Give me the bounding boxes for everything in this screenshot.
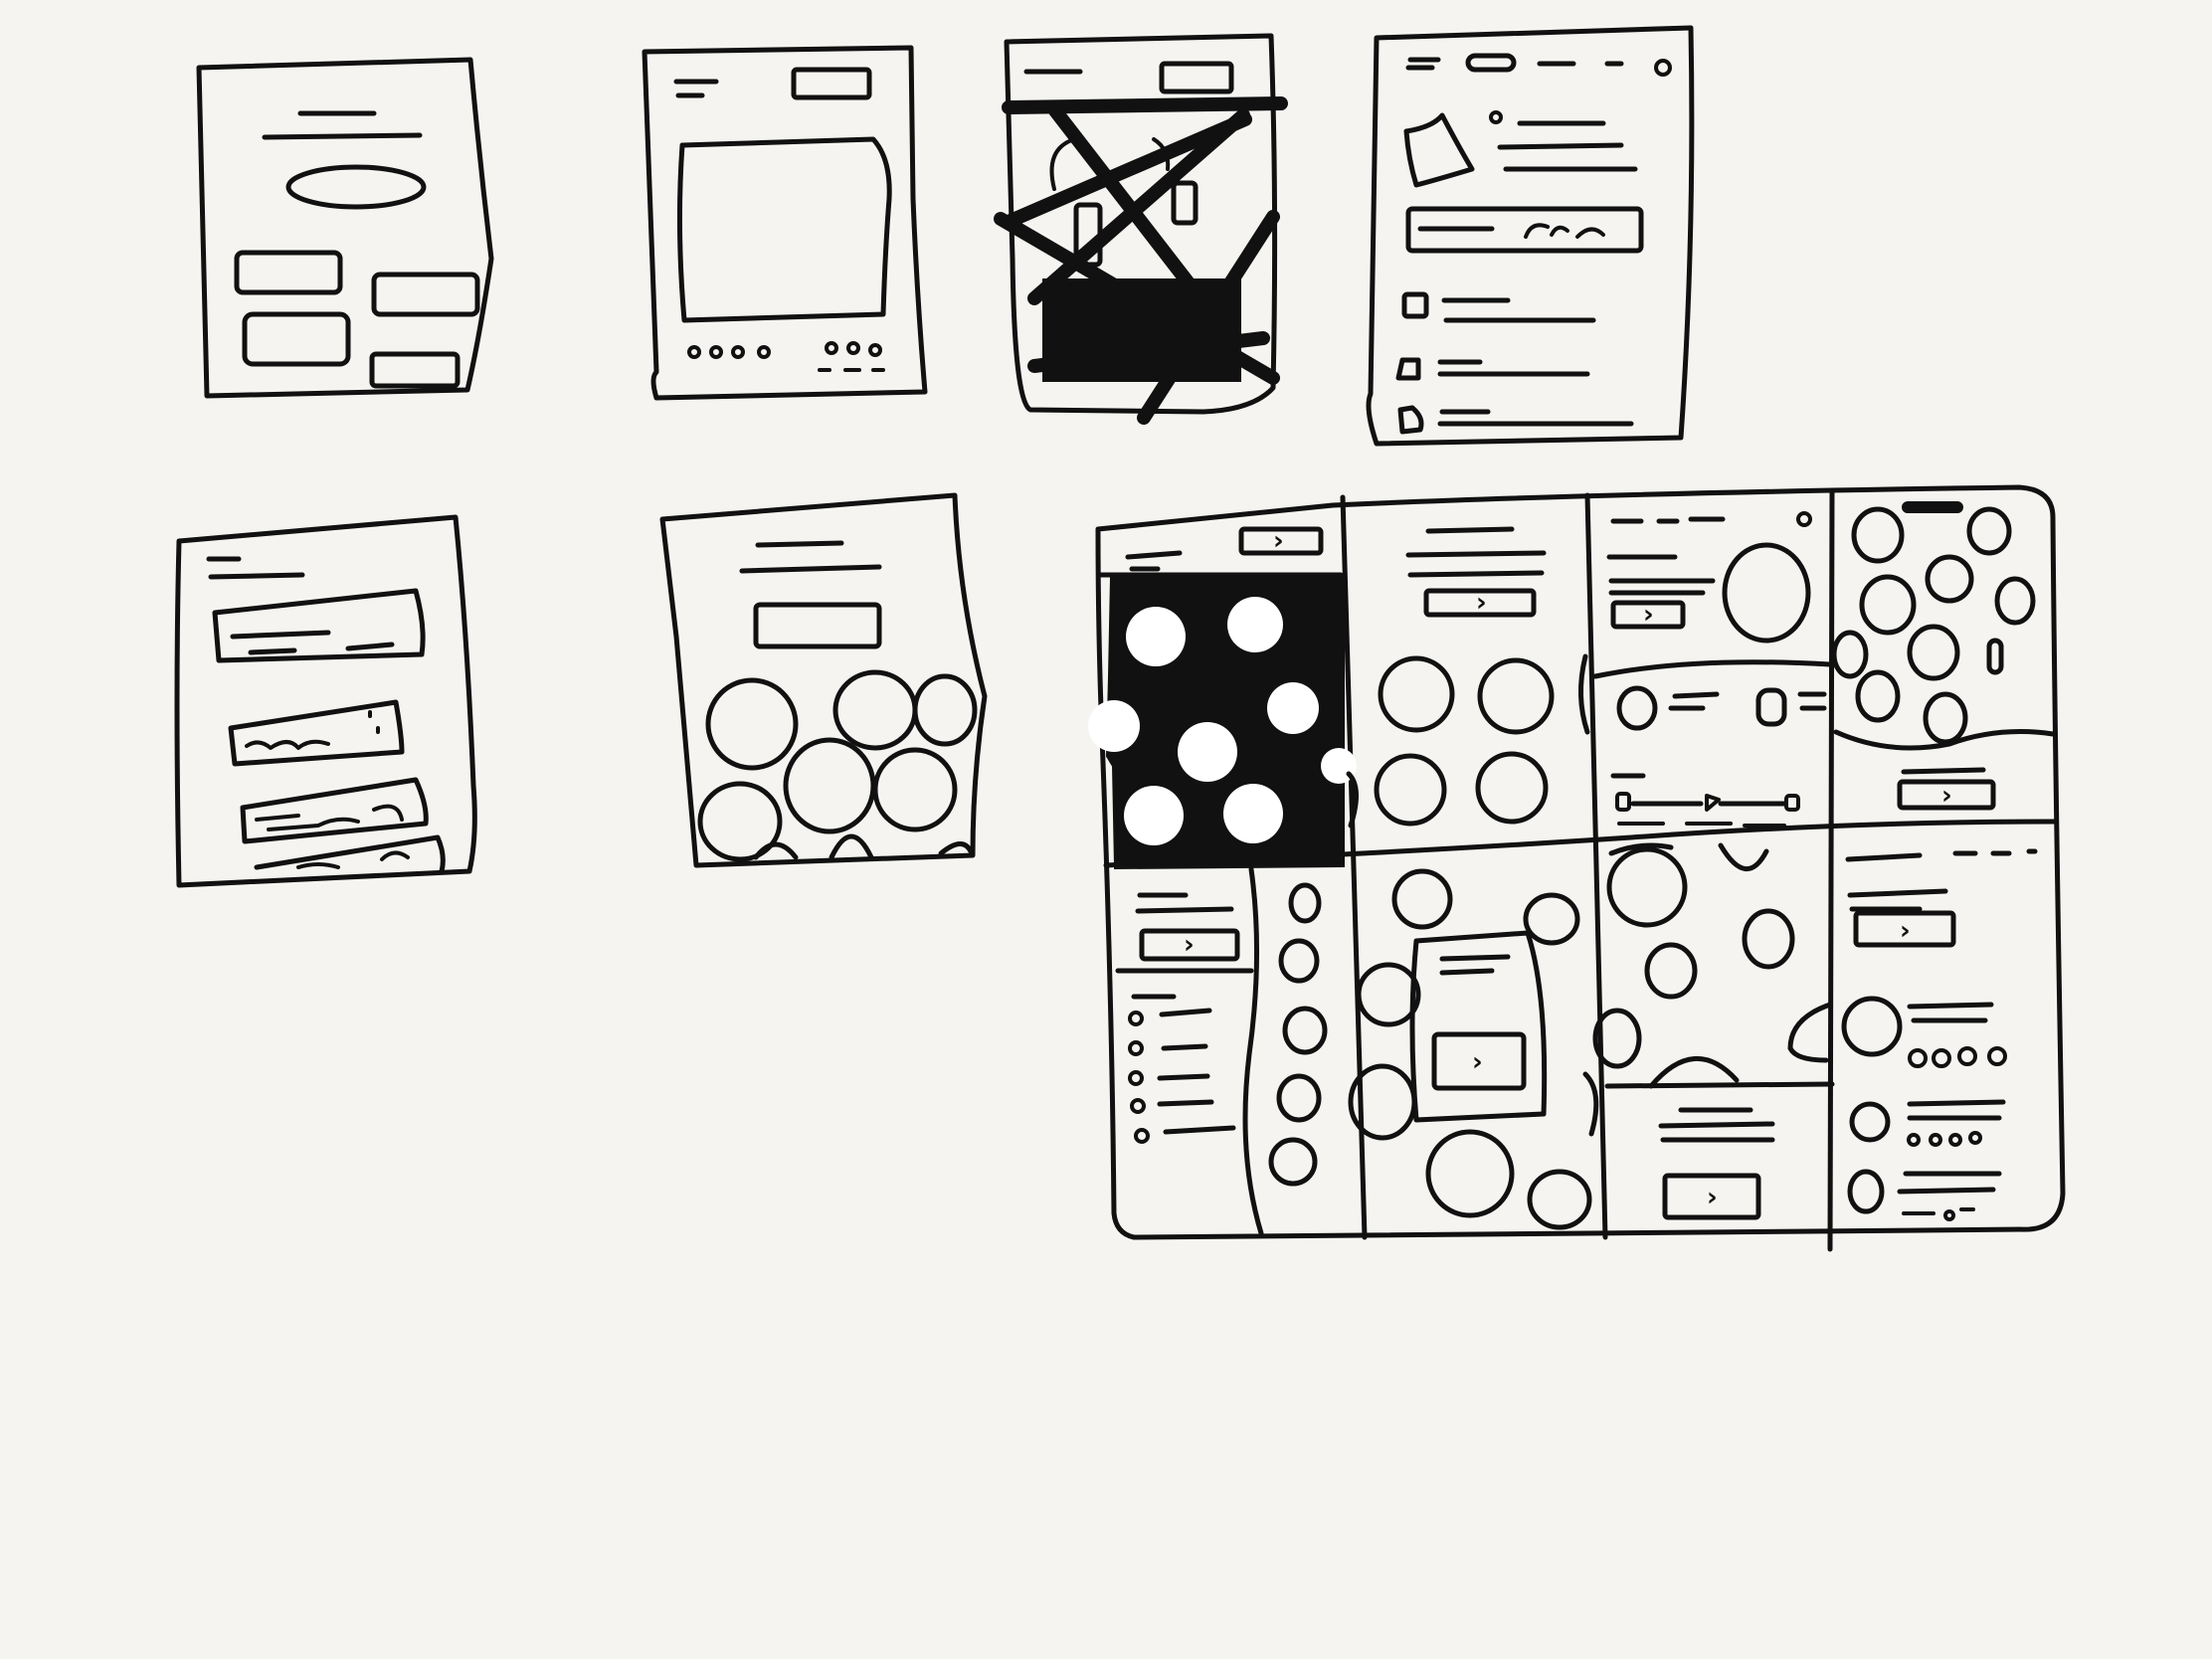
sketch-media xyxy=(642,45,928,401)
profile-list xyxy=(1395,291,1634,435)
sketch-landing xyxy=(196,57,494,399)
sketch-canvas: › › › › › › › › xyxy=(0,0,2212,1659)
chevron-right-icon: › xyxy=(1643,600,1654,630)
tablet-cell-avatars-wave: › xyxy=(1831,501,2056,811)
sketch-avatar-grid xyxy=(659,492,988,868)
chevron-right-icon: › xyxy=(1707,1183,1718,1212)
tablet-cell-avatars-card: › xyxy=(1592,842,1835,1220)
sketch-list-cards xyxy=(174,514,477,888)
tablet-cell-profile-list: › xyxy=(1841,848,2038,1221)
tablet-cell-modal: › xyxy=(1348,868,1599,1230)
chevron-right-icon: › xyxy=(1941,781,1952,811)
chevron-right-icon: › xyxy=(1472,1047,1483,1077)
chevron-right-icon: › xyxy=(1476,588,1487,618)
chevron-right-icon: › xyxy=(1273,526,1284,556)
sketch-map-crossed xyxy=(994,33,1288,425)
chevron-right-icon: › xyxy=(1184,930,1195,960)
sketch-profile xyxy=(1366,25,1695,447)
tablet-cell-nav-list: › xyxy=(1115,866,1328,1236)
sketch-tablet-layout: › › › › › › › › xyxy=(1088,484,2066,1252)
tablet-cell-detail: › xyxy=(1592,511,1833,828)
chevron-right-icon: › xyxy=(1900,916,1911,946)
tablet-cell-dots: › xyxy=(1088,526,1357,870)
media-controls xyxy=(687,341,885,372)
tablet-cell-title-avatars: › xyxy=(1346,526,1590,829)
